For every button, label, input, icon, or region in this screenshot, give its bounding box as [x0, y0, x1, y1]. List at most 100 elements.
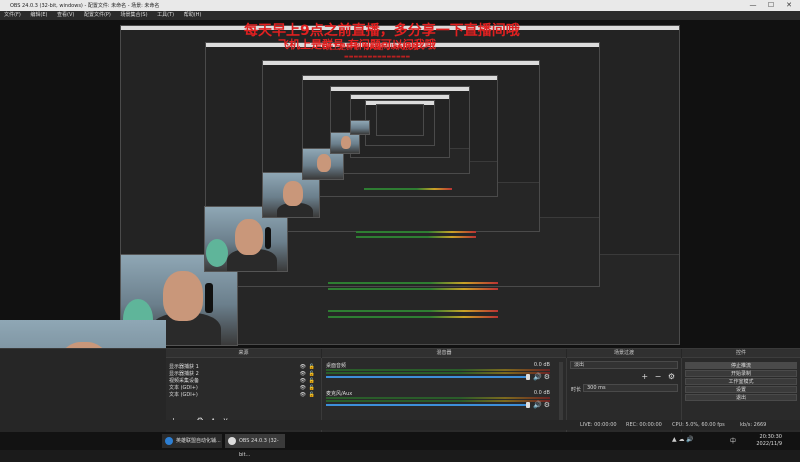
clock-date: 2022/11/9: [756, 441, 782, 447]
clock-time: 20:30:30: [759, 434, 782, 440]
level-meter: [326, 369, 550, 371]
webcam-main: [0, 320, 166, 348]
transition-gear-icon[interactable]: ⚙: [668, 372, 675, 381]
maximize-button[interactable]: ☐: [762, 0, 780, 11]
lock-icon[interactable]: 🔓: [309, 364, 315, 371]
nested-meter: [328, 282, 498, 284]
duration-label: 时长: [571, 387, 582, 393]
source-label: 视频采集设备: [169, 378, 200, 384]
nested-meter: [364, 188, 452, 190]
taskbar-app-obs[interactable]: OBS 24.0.3 (32-bit...: [225, 434, 285, 458]
minimize-button[interactable]: —: [744, 0, 762, 11]
taskbar-clock[interactable]: 20:30:30 2022/11/9: [756, 434, 782, 448]
tray-icons[interactable]: ▲ ☁ 🔊: [672, 436, 694, 443]
transition-tools: + − ⚙: [641, 372, 675, 381]
volume-slider-handle[interactable]: [526, 374, 530, 380]
nested-obs-window-8: [376, 104, 424, 136]
channel-db: 0.0 dB: [533, 362, 550, 368]
mixer-scrollbar[interactable]: [559, 362, 563, 422]
menu-profile[interactable]: 配置文件(P): [84, 11, 111, 20]
studio-mode-button[interactable]: 工作室模式: [685, 378, 797, 385]
settings-button[interactable]: 设置: [685, 386, 797, 393]
speaker-icon[interactable]: 🔊: [533, 401, 542, 409]
lock-icon[interactable]: 🔓: [309, 371, 315, 378]
remove-transition-button[interactable]: −: [655, 372, 662, 381]
eye-icon[interactable]: 👁: [300, 364, 306, 371]
volume-slider-handle[interactable]: [526, 402, 530, 408]
source-item[interactable]: 视频采集设备 👁 🔓: [169, 378, 318, 385]
rec-status: REC: 00:00:00: [626, 422, 662, 428]
nested-meter: [328, 316, 498, 318]
source-item[interactable]: 文本 (GDI+) 👁 🔓: [169, 385, 318, 392]
taskbar-app-label: OBS 24.0.3 (32-bit...: [239, 438, 279, 458]
overlay-text-3: 飞机上是群号 有问题可以问我哦: [318, 43, 419, 51]
source-item[interactable]: 显示器捕获 1 👁 🔓: [169, 364, 318, 371]
source-item[interactable]: 显示器捕获 2 👁 🔓: [169, 371, 318, 378]
channel-name: 麦克风/Aux: [326, 391, 353, 397]
controls-dock-header: 控件: [682, 349, 800, 358]
input-language-indicator[interactable]: 中: [730, 436, 736, 445]
channel-name: 桌面音频: [326, 363, 347, 369]
source-label: 显示器捕获 1: [169, 364, 199, 370]
menu-help[interactable]: 帮助(H): [184, 11, 202, 20]
volume-slider[interactable]: [326, 376, 528, 378]
eye-icon[interactable]: 👁: [300, 392, 306, 399]
volume-slider[interactable]: [326, 404, 528, 406]
webcam-feed-nested-6: [350, 120, 370, 135]
level-meter: [326, 400, 550, 402]
close-button[interactable]: ✕: [780, 0, 798, 11]
taskbar-app-1[interactable]: 英雄联盟自动化辅...: [162, 434, 222, 448]
nested-meter: [356, 231, 476, 233]
nested-meter: [328, 310, 498, 312]
nested-meter: [356, 236, 476, 238]
transition-select[interactable]: 淡出: [570, 361, 678, 369]
menu-edit[interactable]: 编辑(E): [30, 11, 47, 20]
menu-scene-collection[interactable]: 场景集合(S): [120, 11, 147, 20]
duration-input[interactable]: 300 ms: [583, 384, 678, 392]
window-controls: — ☐ ✕: [744, 0, 798, 11]
level-meter: [326, 397, 550, 399]
source-item[interactable]: 文本 (GDI+) 👁 🔓: [169, 392, 318, 399]
eye-icon[interactable]: 👁: [300, 371, 306, 378]
windows-taskbar: 英雄联盟自动化辅... OBS 24.0.3 (32-bit... ▲ ☁ 🔊 …: [0, 432, 800, 458]
window-titlebar: OBS 24.0.3 (32-bit, windows) - 配置文件: 未命名…: [0, 0, 800, 11]
source-label: 显示器捕获 2: [169, 371, 199, 377]
transitions-dock-header: 场景过渡: [567, 349, 681, 358]
source-label: 文本 (GDI+): [169, 392, 198, 398]
lock-icon[interactable]: 🔓: [309, 392, 315, 399]
start-recording-button[interactable]: 开始录制: [685, 370, 797, 377]
mixer-dock-header: 混音器: [322, 349, 566, 358]
app-icon: [165, 437, 173, 445]
mixer-channel-desktop: 桌面音频 0.0 dB 🔊 ⚙: [326, 362, 550, 384]
lock-icon[interactable]: 🔓: [309, 378, 315, 385]
overlay-text-4: ▬▬▬▬▬▬▬▬▬▬▬▬▬▬: [344, 54, 411, 60]
gear-icon[interactable]: ⚙: [544, 401, 550, 409]
cpu-status: CPU: 5.0%, 60.00 fps: [672, 422, 725, 428]
preview-canvas[interactable]: 每天早上9点之前直播，多分享一下直播间哦 飞机上是群号 有问题可以问我哦 飞机上…: [0, 20, 800, 348]
sources-dock-header: 来源: [166, 349, 321, 358]
stop-streaming-button[interactable]: 停止推流: [685, 362, 797, 369]
eye-icon[interactable]: 👁: [300, 378, 306, 385]
menu-view[interactable]: 查看(V): [57, 11, 74, 20]
obs-icon: [228, 437, 236, 445]
level-meter: [326, 372, 550, 374]
speaker-icon[interactable]: 🔊: [533, 373, 542, 381]
channel-db: 0.0 dB: [533, 390, 550, 396]
menu-tools[interactable]: 工具(T): [157, 11, 174, 20]
window-title: OBS 24.0.3 (32-bit, windows) - 配置文件: 未命名…: [10, 3, 160, 9]
taskbar-app-label: 英雄联盟自动化辅...: [176, 438, 221, 444]
source-label: 文本 (GDI+): [169, 385, 198, 391]
lock-icon[interactable]: 🔓: [309, 385, 315, 392]
nested-meter: [328, 288, 498, 290]
gear-icon[interactable]: ⚙: [544, 373, 550, 381]
eye-icon[interactable]: 👁: [300, 385, 306, 392]
exit-button[interactable]: 退出: [685, 394, 797, 401]
status-bar: LIVE: 00:00:00 REC: 00:00:00 CPU: 5.0%, …: [0, 420, 800, 430]
menu-file[interactable]: 文件(F): [4, 11, 21, 20]
webcam-feed-nested-5: [330, 132, 360, 154]
bitrate-status: kb/s: 2669: [740, 422, 767, 428]
duration-value: 300 ms: [587, 385, 606, 391]
transition-select-value: 淡出: [574, 362, 585, 368]
menu-bar: 文件(F) 编辑(E) 查看(V) 配置文件(P) 场景集合(S) 工具(T) …: [0, 11, 800, 20]
add-transition-button[interactable]: +: [641, 372, 648, 381]
